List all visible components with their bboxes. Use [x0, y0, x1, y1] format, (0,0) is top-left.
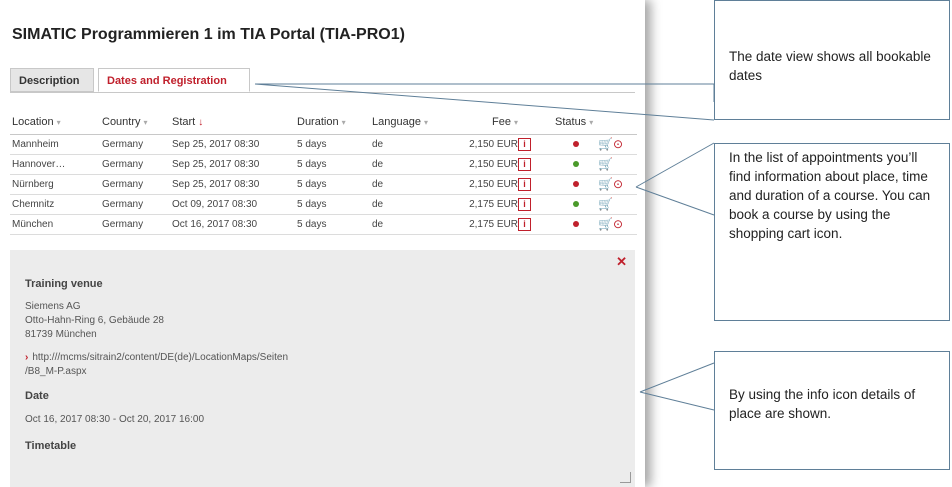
callout-info-icon: By using the info icon details of place …: [714, 351, 950, 470]
callout-date-view: The date view shows all bookable dates: [714, 0, 950, 120]
callout-appointments: In the list of appointments you’ll find …: [714, 143, 950, 321]
